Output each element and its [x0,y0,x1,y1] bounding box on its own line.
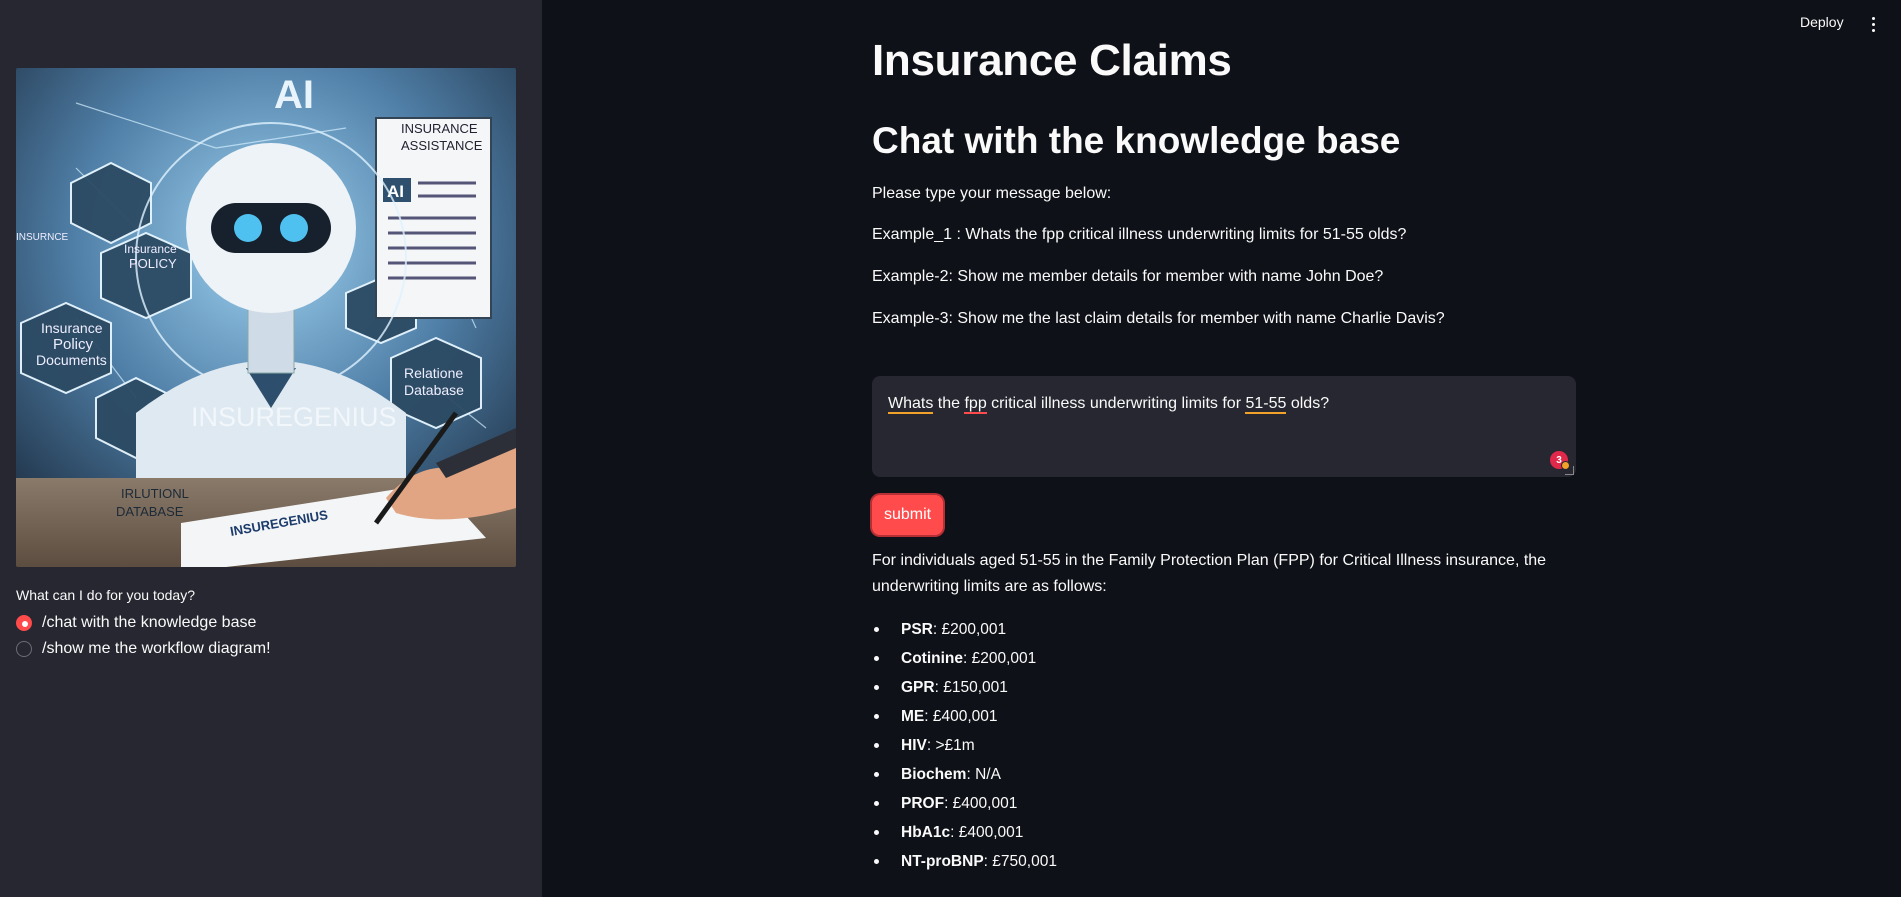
list-item: Biochem: N/A [872,762,1057,791]
svg-text:Documents: Documents [36,352,107,368]
textarea-text: critical illness underwriting limits for [986,395,1246,412]
more-options-icon[interactable] [1866,12,1880,36]
example-2: Example-2: Show me member details for me… [872,268,1384,285]
answer-text: For individuals aged 51-55 in the Family… [872,552,1547,595]
radio-group-label: What can I do for you today? [16,587,195,603]
list-item: ME: £400,001 [872,704,1057,733]
svg-text:Insurance: Insurance [124,242,177,256]
svg-text:ASSISTANCE: ASSISTANCE [401,138,483,153]
list-item: NT-proBNP: £750,001 [872,849,1057,878]
limits-list: PSR: £200,001 Cotinine: £200,001 GPR: £1… [872,617,1057,878]
list-item: Cotinine: £200,001 [872,646,1057,675]
submit-button[interactable]: submit [872,495,944,535]
svg-text:Database: Database [404,382,464,398]
list-item: HbA1c: £400,001 [872,820,1057,849]
svg-text:Policy: Policy [53,336,94,353]
radio-selected-icon[interactable] [16,615,32,631]
example-1: Example_1 : Whats the fpp critical illne… [872,226,1407,243]
radio-option-label: /chat with the knowledge base [42,614,257,631]
svg-text:Insurance: Insurance [41,320,103,336]
intro-text: Please type your message below: [872,185,1112,202]
example-3: Example-3: Show me the last claim detail… [872,310,1445,327]
hero-illustration: AI INSURANCE ASSISTANCE AI Insurance POL… [16,68,516,567]
list-item: PSR: £200,001 [872,617,1057,646]
radio-option-label: /show me the workflow diagram! [42,640,271,657]
textarea-text: the [933,395,965,412]
resize-handle-icon[interactable] [1565,466,1574,475]
list-item: GPR: £150,001 [872,675,1057,704]
list-item: HIV: >£1m [872,733,1057,762]
radio-unselected-icon[interactable] [16,641,32,657]
svg-text:AI: AI [274,73,314,117]
spellcheck-word: 51-55 [1245,395,1287,414]
radio-option-chat[interactable]: /chat with the knowledge base [16,614,256,632]
svg-text:Relatione: Relatione [404,365,463,381]
page-title: Insurance Claims [872,36,1232,85]
spellcheck-word: Whats [888,395,934,414]
svg-text:INSURNCE: INSURNCE [16,232,69,243]
svg-text:INSUREGENIUS: INSUREGENIUS [191,402,397,432]
sidebar: AI INSURANCE ASSISTANCE AI Insurance POL… [0,0,542,897]
deploy-button[interactable]: Deploy [1794,12,1850,32]
spellcheck-word: fpp [964,395,987,414]
hero-image: AI INSURANCE ASSISTANCE AI Insurance POL… [16,68,516,567]
section-title: Chat with the knowledge base [872,120,1401,161]
list-item: PROF: £400,001 [872,791,1057,820]
radio-option-workflow[interactable]: /show me the workflow diagram! [16,640,271,658]
svg-text:IRLUTIONL: IRLUTIONL [121,486,189,501]
svg-text:POLICY: POLICY [129,256,177,271]
svg-text:INSURANCE: INSURANCE [401,121,478,136]
message-textarea[interactable]: Whats the fpp critical illness underwrit… [872,376,1576,477]
svg-text:DATABASE: DATABASE [116,504,184,519]
textarea-text: olds? [1286,395,1330,412]
